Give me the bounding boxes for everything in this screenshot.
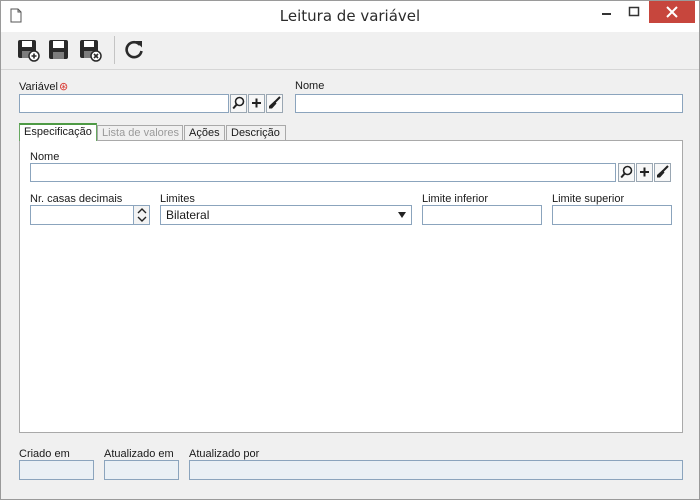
atualizado-em-label: Atualizado em — [104, 448, 174, 460]
variavel-add-button[interactable] — [248, 94, 265, 113]
broom-icon — [269, 96, 281, 109]
atualizado-em-field — [104, 460, 179, 480]
refresh-button[interactable] — [121, 37, 147, 63]
spec-nome-add-button[interactable] — [636, 163, 653, 182]
title-bar: Leitura de variável — [1, 1, 699, 32]
maximize-button[interactable] — [621, 1, 647, 23]
dropdown-arrow-icon — [398, 212, 406, 218]
variavel-clear-button[interactable] — [266, 94, 283, 113]
limite-superior-label: Limite superior — [552, 193, 625, 205]
atualizado-por-label: Atualizado por — [189, 448, 260, 460]
decimais-label: Nr. casas decimais — [30, 193, 123, 205]
tab-acoes[interactable]: Ações — [184, 125, 225, 141]
limites-selected-value: Bilateral — [166, 208, 210, 222]
required-icon: ⊛ — [58, 81, 69, 93]
spin-down-icon[interactable] — [134, 215, 149, 224]
refresh-icon — [125, 40, 143, 59]
magnifier-icon — [232, 96, 245, 110]
close-icon — [666, 6, 678, 18]
toolbar — [1, 32, 699, 70]
limite-superior-input[interactable] — [552, 205, 672, 225]
atualizado-por-field — [189, 460, 683, 480]
spec-nome-clear-button[interactable] — [654, 163, 671, 182]
save-close-icon — [80, 40, 102, 62]
plus-icon — [252, 98, 261, 108]
save-icon — [49, 40, 68, 59]
variavel-input[interactable] — [19, 94, 229, 113]
spin-up-icon[interactable] — [134, 206, 149, 215]
especificacao-panel: Nome Nr. casas decimais Limites Bilatera… — [19, 140, 683, 433]
tab-especificacao[interactable]: Especificação — [19, 123, 97, 141]
decimais-spinner[interactable] — [133, 205, 150, 225]
limites-select[interactable]: Bilateral — [160, 205, 412, 225]
spec-nome-input[interactable] — [30, 163, 616, 182]
save-button[interactable] — [46, 37, 72, 63]
variavel-search-button[interactable] — [230, 94, 247, 113]
spec-nome-label: Nome — [30, 151, 60, 163]
variavel-label: Variável⊛ — [19, 81, 69, 93]
spec-nome-search-button[interactable] — [618, 163, 635, 182]
minimize-button[interactable] — [593, 1, 619, 23]
limites-label: Limites — [160, 193, 195, 205]
close-window-button[interactable] — [649, 1, 695, 23]
limite-inferior-input[interactable] — [422, 205, 542, 225]
toolbar-separator — [114, 36, 115, 64]
dialog-window: Leitura de variável Variável⊛ Nome Espec… — [0, 0, 700, 500]
broom-icon — [657, 165, 669, 178]
magnifier-icon — [620, 165, 633, 179]
criado-em-field — [19, 460, 94, 480]
tab-descricao[interactable]: Descrição — [226, 125, 286, 141]
tab-lista-de-valores: Lista de valores — [97, 125, 183, 141]
plus-icon — [640, 167, 649, 177]
nome-label: Nome — [295, 80, 325, 92]
save-plus-icon — [18, 40, 40, 62]
nome-input[interactable] — [295, 94, 683, 113]
limite-inferior-label: Limite inferior — [422, 193, 489, 205]
decimais-input[interactable] — [30, 205, 134, 225]
save-close-button[interactable] — [77, 37, 103, 63]
save-new-button[interactable] — [15, 37, 41, 63]
criado-em-label: Criado em — [19, 448, 70, 460]
